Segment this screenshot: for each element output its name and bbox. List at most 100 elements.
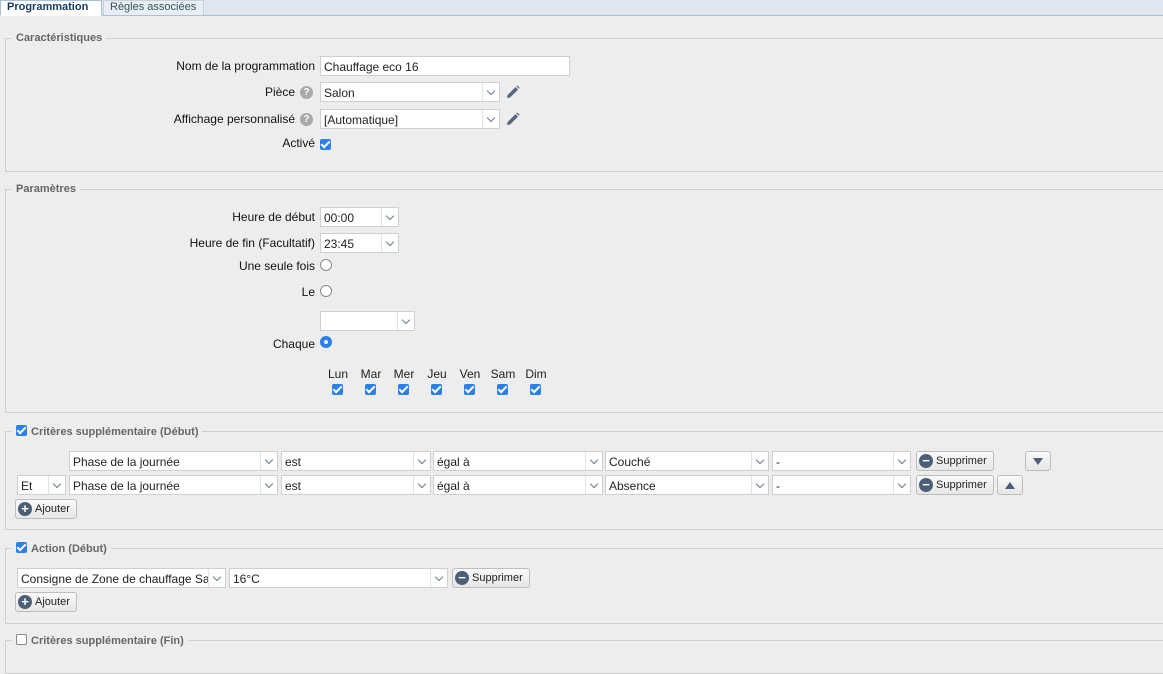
- critere-2-op-select[interactable]: égal à: [433, 475, 603, 495]
- criteres-fin-section: Critères supplémentaire (Fin): [5, 634, 1163, 674]
- critere-1-value-select[interactable]: Couché: [605, 451, 769, 471]
- pencil-icon[interactable]: [504, 111, 521, 128]
- piece-label: Pièce: [264, 85, 295, 99]
- day-checkbox-mar[interactable]: [365, 384, 376, 395]
- piece-help-icon[interactable]: ?: [300, 86, 313, 99]
- piece-select[interactable]: Salon: [320, 82, 500, 102]
- action-debut-checkbox[interactable]: [16, 542, 27, 553]
- le-date-select[interactable]: [320, 311, 415, 331]
- critere-1-op-select[interactable]: égal à: [433, 451, 603, 471]
- day-checkbox-dim[interactable]: [530, 384, 541, 395]
- move-up-button[interactable]: [997, 475, 1023, 495]
- criteres-add-label: Ajouter: [35, 503, 70, 515]
- day-checkbox-ven[interactable]: [464, 384, 475, 395]
- day-checkbox-lun[interactable]: [332, 384, 343, 395]
- chevron-down-icon: [430, 569, 447, 587]
- chevron-down-icon: [381, 234, 398, 252]
- tab-bar: Programmation Règles associées: [0, 0, 1163, 16]
- action-delete-button[interactable]: − Supprimer: [452, 568, 530, 588]
- piece-select-value: Salon: [324, 86, 355, 100]
- criteres-fin-legend[interactable]: Critères supplémentaire (Fin): [12, 634, 188, 647]
- critere-2-value-select[interactable]: Absence: [605, 475, 769, 495]
- day-checkbox-sam[interactable]: [497, 384, 508, 395]
- parametres-section: Paramètres: [5, 183, 1163, 413]
- tab-programmation[interactable]: Programmation: [0, 0, 102, 16]
- chaque-label: Chaque: [272, 337, 315, 351]
- une-seule-fois-radio[interactable]: [320, 259, 332, 271]
- minus-circle-icon: −: [919, 478, 933, 492]
- chevron-down-icon: [413, 452, 430, 470]
- critere-1-verb-select[interactable]: est: [281, 451, 431, 471]
- chevron-down-icon: [208, 569, 225, 587]
- chevron-down-icon: [751, 452, 768, 470]
- critere-2-delete-button[interactable]: − Supprimer: [916, 475, 994, 495]
- le-radio[interactable]: [320, 285, 332, 297]
- critere-1-delete-label: Supprimer: [936, 455, 987, 467]
- day-label-mar: Mar: [360, 367, 382, 381]
- critere-1-delete-button[interactable]: − Supprimer: [916, 451, 994, 471]
- chevron-down-icon: [893, 452, 910, 470]
- day-label-sam: Sam: [490, 367, 516, 381]
- critere-1-field-select[interactable]: Phase de la journée: [69, 451, 278, 471]
- critere-2-field-select[interactable]: Phase de la journée: [69, 475, 278, 495]
- day-checkbox-mer[interactable]: [398, 384, 409, 395]
- minus-circle-icon: −: [455, 571, 469, 585]
- critere-1-verb-value: est: [285, 455, 302, 469]
- day-checkbox-jeu[interactable]: [431, 384, 442, 395]
- minus-circle-icon: −: [919, 454, 933, 468]
- critere-2-extra-value: -: [776, 479, 780, 493]
- le-label: Le: [301, 285, 315, 299]
- criteres-debut-checkbox[interactable]: [16, 425, 27, 436]
- chevron-down-icon: [482, 83, 499, 101]
- day-label-lun: Lun: [327, 367, 349, 381]
- tab-regles-associees[interactable]: Règles associées: [103, 0, 204, 15]
- action-delete-label: Supprimer: [472, 572, 523, 584]
- caracteristiques-legend: Caractéristiques: [16, 32, 103, 44]
- chaque-radio[interactable]: [320, 336, 332, 348]
- affichage-label: Affichage personnalisé: [173, 112, 295, 126]
- day-label-mer: Mer: [393, 367, 415, 381]
- critere-2-extra-select[interactable]: -: [772, 475, 911, 495]
- chevron-down-icon: [413, 476, 430, 494]
- critere-2-connector-value: Et: [21, 479, 33, 493]
- arrow-down-icon: [1033, 457, 1043, 465]
- criteres-debut-legend-text: Critères supplémentaire (Début): [31, 426, 199, 438]
- critere-2-delete-label: Supprimer: [936, 479, 987, 491]
- active-label: Activé: [282, 136, 315, 150]
- critere-1-field-value: Phase de la journée: [73, 455, 180, 469]
- chevron-down-icon: [381, 208, 398, 226]
- chevron-down-icon: [260, 452, 277, 470]
- criteres-add-button[interactable]: + Ajouter: [15, 499, 77, 519]
- critere-2-connector-select[interactable]: Et: [17, 475, 66, 495]
- critere-2-verb-select[interactable]: est: [281, 475, 431, 495]
- active-checkbox[interactable]: [320, 139, 331, 150]
- action-debut-legend-text: Action (Début): [31, 543, 107, 555]
- criteres-debut-legend[interactable]: Critères supplémentaire (Début): [12, 425, 202, 438]
- pencil-icon[interactable]: [504, 84, 521, 101]
- chevron-down-icon: [397, 312, 414, 330]
- critere-1-extra-select[interactable]: -: [772, 451, 911, 471]
- action-add-button[interactable]: + Ajouter: [15, 592, 77, 612]
- action-target-select[interactable]: Consigne de Zone de chauffage Sal: [17, 568, 226, 588]
- chevron-down-icon: [48, 476, 65, 494]
- day-label-jeu: Jeu: [427, 367, 447, 381]
- day-label-dim: Dim: [525, 367, 547, 381]
- affichage-select[interactable]: [Automatique]: [320, 109, 500, 129]
- plus-circle-icon: +: [18, 502, 32, 516]
- day-label-ven: Ven: [459, 367, 481, 381]
- action-debut-legend[interactable]: Action (Début): [12, 542, 111, 555]
- critere-2-verb-value: est: [285, 479, 302, 493]
- affichage-help-icon[interactable]: ?: [300, 113, 313, 126]
- action-value-text: 16°C: [233, 572, 260, 586]
- move-down-button[interactable]: [1025, 451, 1051, 471]
- critere-1-op-value: égal à: [437, 455, 470, 469]
- affichage-select-value: [Automatique]: [324, 113, 399, 127]
- criteres-fin-checkbox[interactable]: [16, 634, 27, 645]
- nom-input[interactable]: Chauffage eco 16: [320, 56, 570, 76]
- action-value-select[interactable]: 16°C: [229, 568, 448, 588]
- heure-fin-select[interactable]: 23:45: [320, 233, 399, 253]
- critere-2-op-value: égal à: [437, 479, 470, 493]
- criteres-fin-legend-text: Critères supplémentaire (Fin): [31, 635, 184, 647]
- heure-debut-select[interactable]: 00:00: [320, 207, 399, 227]
- heure-fin-label: Heure de fin (Facultatif): [189, 236, 315, 250]
